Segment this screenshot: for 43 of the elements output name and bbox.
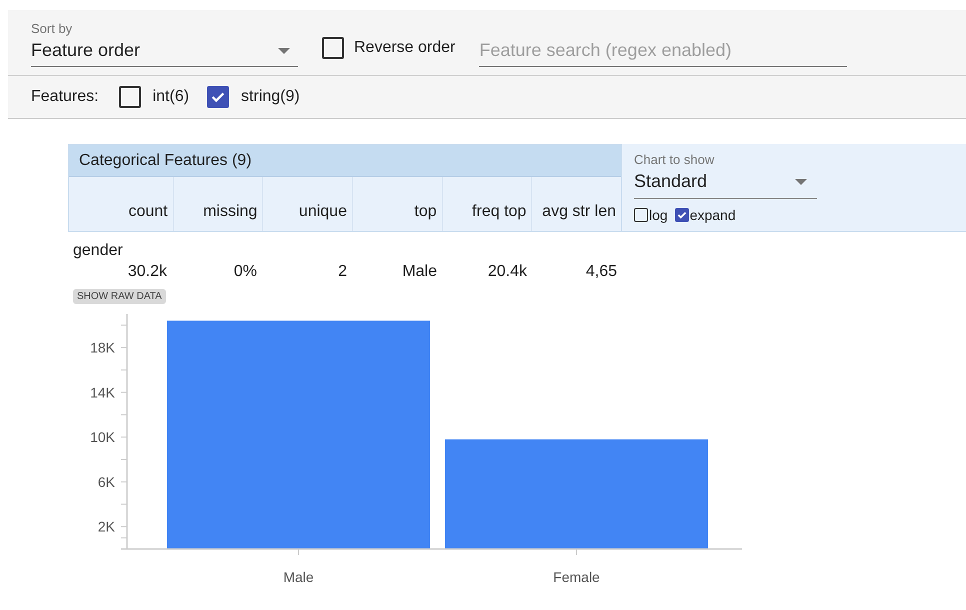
check-icon <box>676 209 688 221</box>
column-header: avg str len <box>531 177 621 231</box>
show-raw-data-button[interactable]: SHOW RAW DATA <box>73 289 166 304</box>
chart-dropdown[interactable]: Standard <box>634 167 817 199</box>
checkbox[interactable] <box>674 208 689 222</box>
checkbox[interactable] <box>322 37 344 59</box>
table-cell-text: 2 <box>337 263 348 281</box>
sort-label: Sort by <box>31 21 74 36</box>
search-field[interactable]: Feature search (regex enabled) <box>479 40 848 67</box>
checkbox[interactable] <box>118 86 141 108</box>
caret-icon <box>278 48 290 54</box>
y-tick-label: 18K <box>90 340 115 356</box>
column-header: count <box>127 202 169 222</box>
y-tick-label: 14K <box>90 384 115 400</box>
table-cell-text: Male <box>401 263 438 281</box>
sort-dropdown[interactable]: Sort by Feature order <box>31 21 298 67</box>
y-tick-label: 10K <box>90 429 115 446</box>
chart-select-label: Chart to show <box>634 152 716 167</box>
column-header: unique <box>262 177 352 231</box>
x-tick-label: Female <box>553 569 600 585</box>
table-cell-text: 20.4k <box>486 263 528 281</box>
column-header: freq top <box>442 177 532 231</box>
checkbox-label: int(6) <box>152 88 190 106</box>
caret-icon <box>795 178 807 184</box>
x-tick-label: Male <box>283 569 314 585</box>
y-tick-label: 6K <box>98 474 115 490</box>
checkbox-label: string(9) <box>241 88 300 106</box>
sort-value: Feature order <box>31 40 140 61</box>
y-tick-label: 2K <box>98 518 115 535</box>
chart-value: Standard <box>634 171 708 192</box>
checkbox-label: Reverse order <box>354 39 456 57</box>
checkbox-label: log <box>649 207 668 223</box>
table-cell-text: 0% <box>232 263 258 281</box>
checkbox[interactable] <box>207 86 230 108</box>
feature-name: gender <box>72 242 124 260</box>
table-title: Categorical Features (9) <box>69 145 621 177</box>
features-label: Features: <box>31 88 99 106</box>
column-header: missing <box>172 177 262 231</box>
column-header: top <box>352 177 442 231</box>
checkbox-label: expand <box>690 207 736 223</box>
table-cell-text: 30.2k <box>126 263 168 281</box>
table-cell-text: 4,65 <box>584 263 618 281</box>
checkbox[interactable] <box>634 208 648 222</box>
